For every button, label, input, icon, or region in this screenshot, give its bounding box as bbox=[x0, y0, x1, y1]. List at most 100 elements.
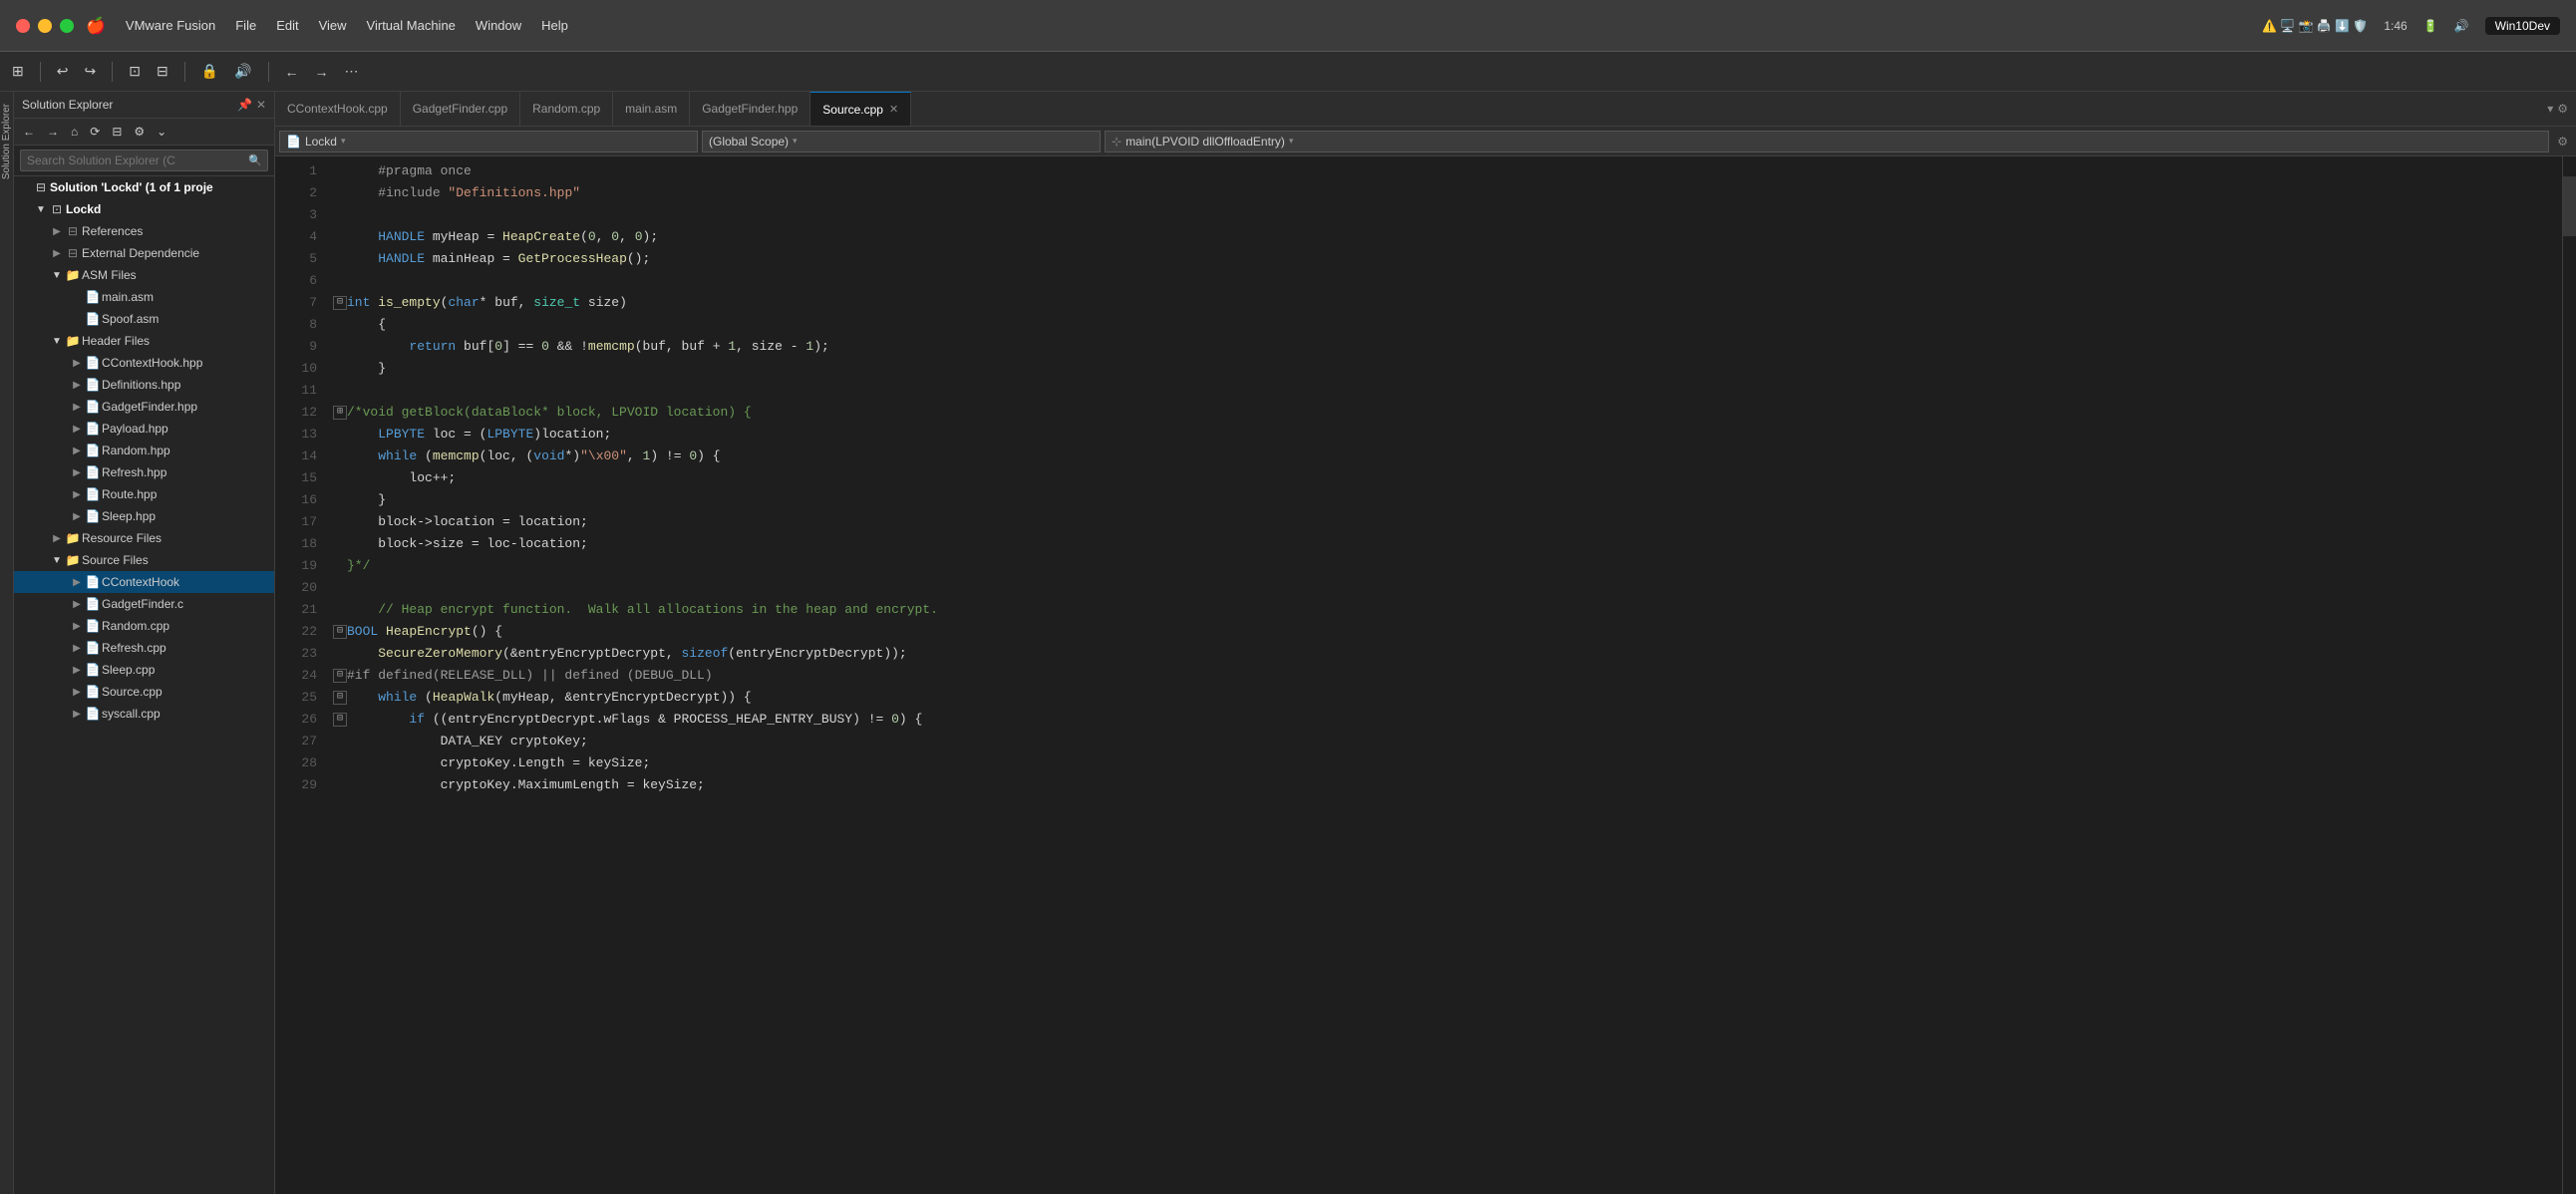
minimize-button[interactable] bbox=[38, 19, 52, 33]
tab-gadgetfinder[interactable]: GadgetFinder.cpp bbox=[401, 92, 520, 126]
code-line: LPBYTE loc = (LPBYTE)location; bbox=[325, 424, 2562, 446]
se-settings-btn[interactable]: ⚙ bbox=[129, 122, 150, 142]
list-item[interactable]: ▶ 📄 Sleep.hpp bbox=[14, 505, 274, 527]
toolbar-right[interactable]: → bbox=[311, 60, 333, 84]
toolbar-more[interactable]: ⋯ bbox=[341, 59, 363, 84]
code-token: { bbox=[347, 314, 386, 336]
fold-button[interactable]: ⊞ bbox=[333, 406, 347, 420]
chevron-right-icon: ▶ bbox=[70, 402, 84, 413]
list-item[interactable]: ▶ 📄 Definitions.hpp bbox=[14, 374, 274, 396]
list-item[interactable]: ▼ 📁 Header Files bbox=[14, 330, 274, 352]
list-item[interactable]: ▶ 📁 Resource Files bbox=[14, 527, 274, 549]
menu-virtual-machine[interactable]: Virtual Machine bbox=[367, 18, 456, 33]
code-token bbox=[347, 226, 378, 248]
tab-source-cpp[interactable]: Source.cpp ✕ bbox=[810, 92, 911, 126]
tab-gadgetfinderhpp[interactable]: GadgetFinder.hpp bbox=[690, 92, 810, 126]
toolbar-icon-3[interactable]: ⊟ bbox=[153, 59, 172, 84]
sidebar-tab-label[interactable]: Solution Explorer bbox=[1, 100, 12, 183]
code-token: while bbox=[378, 687, 417, 709]
code-token: block->size = loc-location; bbox=[347, 533, 588, 555]
tab-settings-icon[interactable]: ⚙ bbox=[2557, 102, 2568, 116]
se-chevron-btn[interactable]: ⌄ bbox=[152, 122, 171, 142]
toolbar-lock[interactable]: 🔒 bbox=[197, 59, 222, 84]
list-item[interactable]: ▶ 📄 Payload.hpp bbox=[14, 418, 274, 440]
menu-edit[interactable]: Edit bbox=[276, 18, 298, 33]
code-token: HeapWalk bbox=[433, 687, 494, 709]
toolbar-back[interactable]: ↩ bbox=[53, 59, 73, 84]
tab-dropdown-icon[interactable]: ▾ bbox=[2547, 102, 2553, 116]
se-tree[interactable]: ⊟ Solution 'Lockd' (1 of 1 proje ▼ ⊡ Loc… bbox=[14, 176, 274, 1194]
list-item[interactable]: ▶ 📄 CContextHook bbox=[14, 571, 274, 593]
toolbar-icon-1[interactable]: ⊞ bbox=[8, 59, 28, 84]
file-icon: 📄 bbox=[84, 290, 102, 304]
maximize-button[interactable] bbox=[60, 19, 74, 33]
list-item[interactable]: 📄 main.asm bbox=[14, 286, 274, 308]
list-item[interactable]: ▼ 📁 Source Files bbox=[14, 549, 274, 571]
se-home-btn[interactable]: ⌂ bbox=[66, 122, 83, 142]
search-input[interactable] bbox=[20, 149, 268, 171]
scope-dropdown-1[interactable]: 📄 Lockd ▾ bbox=[279, 131, 698, 152]
se-refresh-btn[interactable]: ⟳ bbox=[85, 122, 105, 142]
list-item[interactable]: ▶ ⊟ References bbox=[14, 220, 274, 242]
code-token: 0 bbox=[541, 336, 549, 358]
list-item[interactable]: ▶ 📄 Source.cpp bbox=[14, 681, 274, 703]
code-line: SecureZeroMemory(&entryEncryptDecrypt, s… bbox=[325, 643, 2562, 665]
list-item[interactable]: ▶ 📄 Sleep.cpp bbox=[14, 659, 274, 681]
code-line: DATA_KEY cryptoKey; bbox=[325, 731, 2562, 752]
code-token: && ! bbox=[549, 336, 588, 358]
fold-button[interactable]: ⊟ bbox=[333, 296, 347, 310]
menu-help[interactable]: Help bbox=[541, 18, 568, 33]
list-item[interactable]: ▶ 📄 Refresh.hpp bbox=[14, 461, 274, 483]
list-item[interactable]: 📄 Spoof.asm bbox=[14, 308, 274, 330]
list-item[interactable]: ▼ ⊡ Lockd bbox=[14, 198, 274, 220]
window-controls[interactable] bbox=[16, 19, 74, 33]
list-item[interactable]: ▶ 📄 Route.hpp bbox=[14, 483, 274, 505]
toolbar-forward[interactable]: ↪ bbox=[80, 59, 100, 84]
list-item[interactable]: ▶ 📄 Random.hpp bbox=[14, 440, 274, 461]
code-token: #if defined(RELEASE_DLL) || defined (DEB… bbox=[347, 665, 713, 687]
header-files-label: Header Files bbox=[82, 334, 150, 348]
fold-button[interactable]: ⊟ bbox=[333, 691, 347, 705]
list-item[interactable]: ⊟ Solution 'Lockd' (1 of 1 proje bbox=[14, 176, 274, 198]
search-icon: 🔍 bbox=[248, 154, 262, 167]
fold-button[interactable]: ⊟ bbox=[333, 669, 347, 683]
code-token bbox=[347, 204, 355, 226]
menu-file[interactable]: File bbox=[235, 18, 256, 33]
menu-vmware[interactable]: VMware Fusion bbox=[126, 18, 215, 33]
chevron-down-icon: ▾ bbox=[341, 136, 346, 147]
tab-random[interactable]: Random.cpp bbox=[520, 92, 613, 126]
close-icon[interactable]: ✕ bbox=[256, 98, 266, 112]
list-item[interactable]: ▶ 📄 Random.cpp bbox=[14, 615, 274, 637]
tab-ccontexthook[interactable]: CContextHook.cpp bbox=[275, 92, 401, 126]
list-item[interactable]: ▼ 📁 ASM Files bbox=[14, 264, 274, 286]
se-collapse-btn[interactable]: ⊟ bbox=[107, 122, 127, 142]
close-button[interactable] bbox=[16, 19, 30, 33]
fold-button[interactable]: ⊟ bbox=[333, 713, 347, 727]
se-forward-btn[interactable]: → bbox=[42, 122, 64, 142]
toolbar-left[interactable]: ← bbox=[281, 60, 303, 84]
scrollbar-track[interactable] bbox=[2562, 156, 2576, 1194]
toolbar-icon-2[interactable]: ⊡ bbox=[125, 59, 145, 84]
fold-button[interactable]: ⊟ bbox=[333, 625, 347, 639]
code-token bbox=[347, 336, 409, 358]
scope-dropdown-2[interactable]: (Global Scope) ▾ bbox=[702, 131, 1101, 152]
tab-close-icon[interactable]: ✕ bbox=[889, 103, 898, 116]
toolbar-sound[interactable]: 🔊 bbox=[230, 59, 255, 84]
random-cpp-label: Random.cpp bbox=[102, 619, 169, 633]
se-back-btn[interactable]: ← bbox=[18, 122, 40, 142]
menu-window[interactable]: Window bbox=[476, 18, 521, 33]
tab-mainasm[interactable]: main.asm bbox=[613, 92, 690, 126]
menu-view[interactable]: View bbox=[319, 18, 347, 33]
list-item[interactable]: ▶ 📄 GadgetFinder.hpp bbox=[14, 396, 274, 418]
list-item[interactable]: ▶ ⊟ External Dependencie bbox=[14, 242, 274, 264]
scope-dropdown-3[interactable]: ⊹ main(LPVOID dllOffloadEntry) ▾ bbox=[1105, 131, 2549, 152]
pin-icon[interactable]: 📌 bbox=[237, 98, 252, 112]
scrollbar-thumb[interactable] bbox=[2563, 176, 2576, 236]
list-item[interactable]: ▶ 📄 CContextHook.hpp bbox=[14, 352, 274, 374]
code-editor[interactable]: #pragma once #include "Definitions.hpp" … bbox=[325, 156, 2562, 1194]
list-item[interactable]: ▶ 📄 GadgetFinder.c bbox=[14, 593, 274, 615]
list-item[interactable]: ▶ 📄 syscall.cpp bbox=[14, 703, 274, 725]
settings-toolbar-icon[interactable]: ⚙ bbox=[2553, 133, 2572, 150]
file-icon: 📄 bbox=[84, 619, 102, 633]
list-item[interactable]: ▶ 📄 Refresh.cpp bbox=[14, 637, 274, 659]
